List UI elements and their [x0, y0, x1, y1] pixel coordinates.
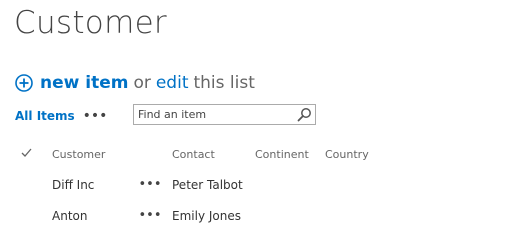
page-title: Customer: [14, 5, 167, 41]
table-row[interactable]: Anton ••• Emily Jones: [0, 201, 513, 231]
new-item-link[interactable]: new item: [40, 73, 128, 93]
column-header-contact[interactable]: Contact: [172, 148, 215, 161]
view-selector: All Items •••: [15, 104, 107, 128]
column-header-customer[interactable]: Customer: [52, 148, 105, 161]
view-more-options-button[interactable]: •••: [83, 104, 108, 128]
row-menu-button[interactable]: •••: [139, 174, 162, 194]
this-list-text: this list: [193, 73, 255, 93]
search-input[interactable]: [134, 105, 293, 124]
view-all-items[interactable]: All Items: [15, 109, 75, 123]
contact-cell: Emily Jones: [172, 209, 241, 223]
column-header-country[interactable]: Country: [325, 148, 369, 161]
column-header-continent[interactable]: Continent: [255, 148, 309, 161]
search-box: [133, 104, 316, 125]
table-header: Customer Contact Continent Country: [0, 140, 513, 168]
edit-list-link[interactable]: edit: [156, 73, 189, 93]
select-all-checkmark-icon[interactable]: [21, 147, 32, 158]
or-text: or: [133, 73, 151, 93]
contact-cell: Peter Talbot: [172, 178, 243, 192]
row-menu-button[interactable]: •••: [139, 205, 162, 225]
search-icon[interactable]: [297, 107, 312, 122]
table-row[interactable]: Diff Inc ••• Peter Talbot: [0, 170, 513, 200]
customer-cell[interactable]: Anton: [52, 209, 87, 223]
customer-cell[interactable]: Diff Inc: [52, 178, 94, 192]
new-item-bar: new item or edit this list: [15, 71, 255, 95]
plus-circle-icon[interactable]: [15, 74, 33, 92]
